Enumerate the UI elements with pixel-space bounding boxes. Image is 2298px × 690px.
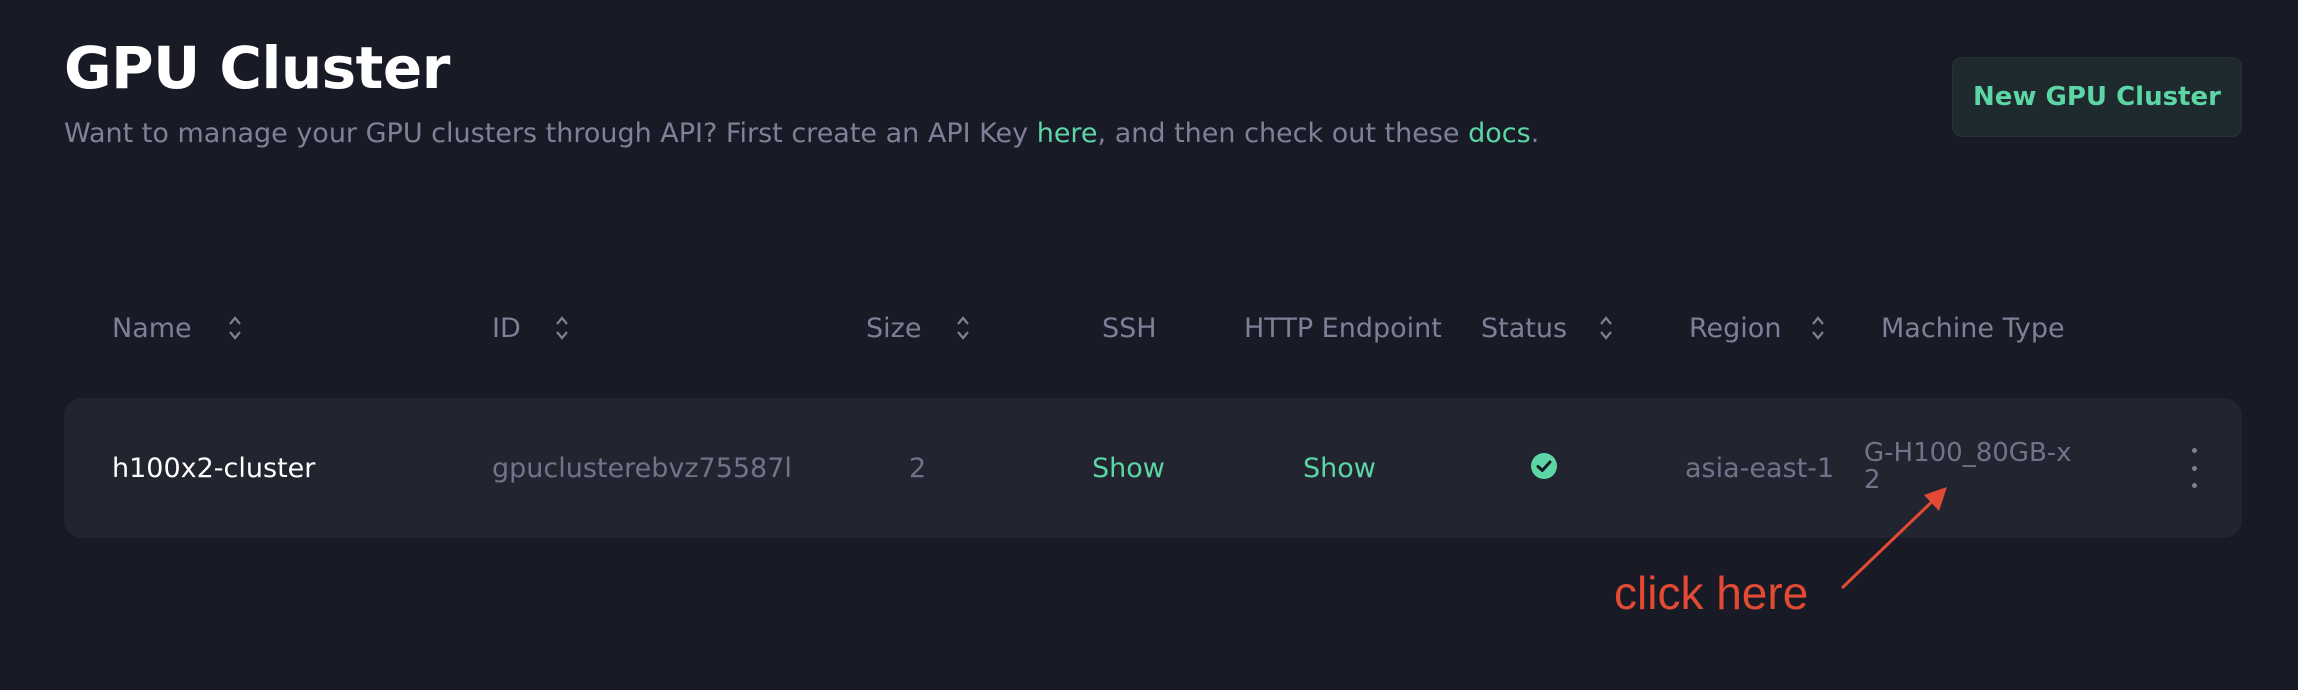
column-header-machine-type: Machine Type — [1881, 312, 2065, 344]
more-options-icon[interactable] — [2184, 448, 2204, 488]
column-header-ssh: SSH — [1102, 312, 1157, 344]
ssh-show-link[interactable]: Show — [1092, 450, 1165, 486]
annotation-arrow-icon — [1840, 487, 1947, 590]
cluster-name-cell[interactable]: h100x2-cluster — [112, 450, 315, 486]
page-subtitle: Want to manage your GPU clusters through… — [64, 118, 1539, 149]
gpu-cluster-page: GPU Cluster Want to manage your GPU clus… — [0, 0, 2298, 690]
column-header-name[interactable]: Name — [112, 312, 242, 344]
column-header-status[interactable]: Status — [1481, 312, 1613, 344]
cluster-size-cell: 2 — [909, 452, 927, 484]
page-title: GPU Cluster — [64, 34, 450, 102]
column-header-label: Region — [1689, 312, 1782, 344]
sort-icon[interactable] — [1811, 313, 1825, 343]
subtitle-text-start: Want to manage your GPU clusters through… — [64, 118, 1037, 149]
column-header-label: Status — [1481, 312, 1568, 344]
subtitle-text-end: . — [1530, 118, 1540, 149]
sort-icon[interactable] — [1599, 313, 1613, 343]
http-endpoint-show-link[interactable]: Show — [1303, 450, 1376, 486]
sort-icon[interactable] — [956, 313, 970, 343]
column-header-label: ID — [492, 312, 521, 344]
column-header-label: Size — [866, 312, 922, 344]
docs-link[interactable]: docs — [1468, 118, 1531, 149]
status-check-icon — [1531, 453, 1557, 479]
subtitle-text-middle: , and then check out these — [1097, 118, 1469, 149]
sort-icon[interactable] — [555, 313, 569, 343]
api-key-link[interactable]: here — [1037, 118, 1098, 149]
column-header-http-endpoint: HTTP Endpoint — [1244, 312, 1442, 344]
region-cell: asia-east-1 — [1685, 452, 1835, 484]
column-header-size[interactable]: Size — [866, 312, 970, 344]
cluster-id-cell: gpuclusterebvz75587l — [492, 452, 792, 484]
column-header-label: Name — [112, 312, 192, 344]
column-header-id[interactable]: ID — [492, 312, 569, 344]
new-gpu-cluster-button[interactable]: New GPU Cluster — [1952, 57, 2242, 137]
sort-icon[interactable] — [228, 313, 242, 343]
column-header-region[interactable]: Region — [1689, 312, 1825, 344]
annotation-text: click here — [1614, 567, 1809, 619]
